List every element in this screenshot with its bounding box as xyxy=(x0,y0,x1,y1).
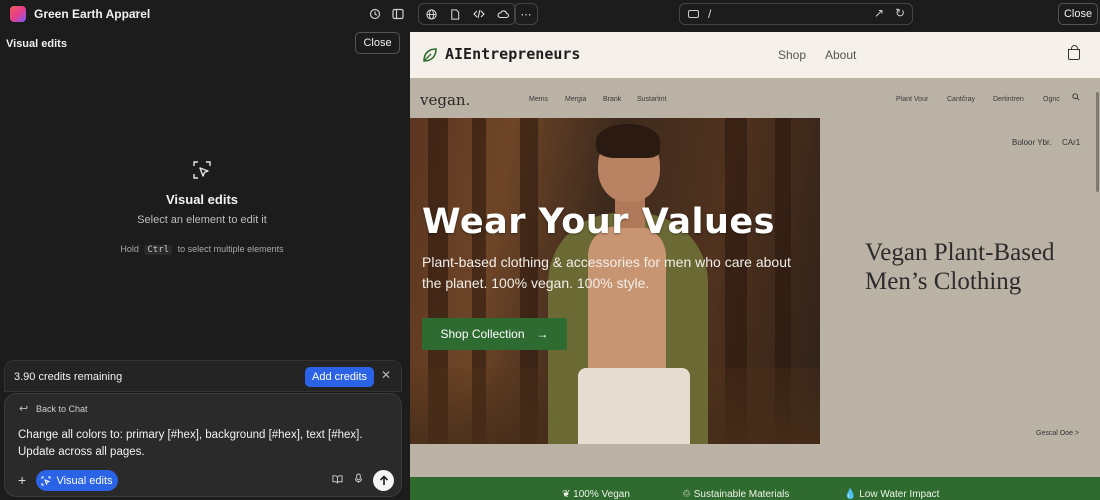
top-bar: Green Earth Apparel ⌄ ⋯ / ↗ ↻ Close xyxy=(0,0,1100,28)
close-panel-button[interactable]: Close xyxy=(355,32,400,54)
view-toolbar xyxy=(418,3,516,25)
credits-banner: 3.90 credits remaining Add credits ✕ xyxy=(4,360,402,392)
back-to-chat-link[interactable]: Back to Chat xyxy=(36,404,88,414)
history-icon[interactable] xyxy=(365,4,385,24)
inner-link[interactable]: Ognc xyxy=(1043,96,1060,103)
feature-water: 💧 Low Water Impact xyxy=(844,489,939,500)
globe-icon[interactable] xyxy=(419,4,443,24)
arrow-right-icon: → xyxy=(536,327,549,341)
app-logo-icon[interactable] xyxy=(10,6,26,22)
nav-about[interactable]: About xyxy=(825,48,856,62)
model-hair xyxy=(596,124,660,158)
side-link[interactable]: Gescal Ooe > xyxy=(1036,430,1079,437)
open-external-icon[interactable]: ↗ xyxy=(874,6,884,20)
hint-before: Hold xyxy=(120,244,139,254)
microphone-icon[interactable] xyxy=(354,473,363,487)
ctrl-key: Ctrl xyxy=(144,245,173,255)
feature-sustainable-label: Sustainable Materials xyxy=(693,489,790,500)
panel-title: Visual edits xyxy=(6,38,67,50)
hero-subtitle[interactable]: Plant-based clothing & accessories for m… xyxy=(422,252,807,294)
site-brand[interactable]: AIEntrepreneurs xyxy=(445,45,580,63)
features-strip: ❦ 100% Vegan ♲ Sustainable Materials 💧 L… xyxy=(410,477,1100,500)
side-heading[interactable]: Vegan Plant-Based Men’s Clothing xyxy=(865,238,1095,296)
inner-link[interactable]: Plant Vour xyxy=(896,96,928,103)
device-icon[interactable] xyxy=(688,10,699,18)
leaf-icon: ❦ xyxy=(562,489,571,500)
inner-navigation: vegan. Mems Mergia Brank Sustarlmt Plant… xyxy=(410,78,1100,118)
inner-link[interactable]: Sustarlmt xyxy=(637,96,667,103)
hero-image: Wear Your Values Plant-based clothing & … xyxy=(410,118,820,444)
inner-link[interactable]: Cantčray xyxy=(947,96,975,103)
inner-link[interactable]: Mergia xyxy=(565,96,586,103)
preview-scrollbar[interactable] xyxy=(1096,92,1099,192)
more-menu: ⋯ xyxy=(514,3,538,25)
sidebar-toggle-icon[interactable] xyxy=(388,4,408,24)
send-button[interactable] xyxy=(373,470,394,491)
book-icon[interactable] xyxy=(332,474,343,487)
add-credits-button[interactable]: Add credits xyxy=(305,367,374,387)
close-icon[interactable]: ✕ xyxy=(381,368,391,382)
inner-link[interactable]: Brank xyxy=(603,96,621,103)
chat-message-input[interactable]: Change all colors to: primary [#hex], ba… xyxy=(18,427,388,461)
hint-after: to select multiple elements xyxy=(177,244,284,254)
plus-icon[interactable]: + xyxy=(18,472,26,488)
multi-select-hint: Hold Ctrl to select multiple elements xyxy=(0,244,404,255)
model-shirt xyxy=(588,226,666,376)
url-bar[interactable]: / ↗ ↻ xyxy=(679,3,913,25)
shop-collection-button[interactable]: Shop Collection → xyxy=(422,318,567,350)
search-icon[interactable] xyxy=(1072,93,1080,103)
feature-sustainable: ♲ Sustainable Materials xyxy=(682,489,789,500)
back-arrow-icon[interactable]: ↩ xyxy=(19,402,28,415)
nav-shop[interactable]: Shop xyxy=(778,48,806,62)
chevron-down-icon[interactable]: ⌄ xyxy=(131,5,139,16)
url-path[interactable]: / xyxy=(708,7,711,21)
cursor-select-icon xyxy=(41,476,51,485)
feature-vegan-label: 100% Vegan xyxy=(573,489,630,500)
visual-edits-label: Visual edits xyxy=(56,474,113,487)
cloud-icon[interactable] xyxy=(491,4,515,24)
file-icon[interactable] xyxy=(443,4,467,24)
side-top-right: CAr1 xyxy=(1062,138,1081,147)
vegan-logo[interactable]: vegan. xyxy=(420,91,470,109)
inner-link[interactable]: Mems xyxy=(529,96,548,103)
model-pants xyxy=(578,368,690,444)
feature-vegan: ❦ 100% Vegan xyxy=(562,489,630,500)
close-preview-button[interactable]: Close xyxy=(1058,3,1098,25)
side-top-left: Boloor Ybr. xyxy=(1012,138,1052,147)
visual-edits-toggle[interactable]: Visual edits xyxy=(36,470,118,491)
credits-remaining: 3.90 credits remaining xyxy=(14,371,123,383)
hero-title[interactable]: Wear Your Values xyxy=(422,202,775,242)
cursor-select-icon xyxy=(192,160,212,180)
feature-water-label: Low Water Impact xyxy=(859,489,940,500)
inner-link[interactable]: Dertintren xyxy=(993,96,1024,103)
code-icon[interactable] xyxy=(467,4,491,24)
empty-state-title: Visual edits xyxy=(165,192,238,207)
leaf-icon xyxy=(422,47,438,68)
shop-collection-label: Shop Collection xyxy=(440,327,525,341)
more-icon[interactable]: ⋯ xyxy=(515,4,537,24)
cart-icon[interactable] xyxy=(1068,45,1080,60)
droplet-icon: 💧 xyxy=(844,489,857,500)
chat-input-box[interactable]: ↩ Back to Chat Change all colors to: pri… xyxy=(4,393,402,497)
recycle-icon: ♲ xyxy=(682,489,691,500)
empty-state-subtitle: Select an element to edit it xyxy=(137,214,267,226)
site-preview[interactable]: AIEntrepreneurs Shop About vegan. Mems M… xyxy=(410,32,1100,500)
refresh-icon[interactable]: ↻ xyxy=(895,6,905,20)
site-header: AIEntrepreneurs Shop About xyxy=(410,32,1100,78)
